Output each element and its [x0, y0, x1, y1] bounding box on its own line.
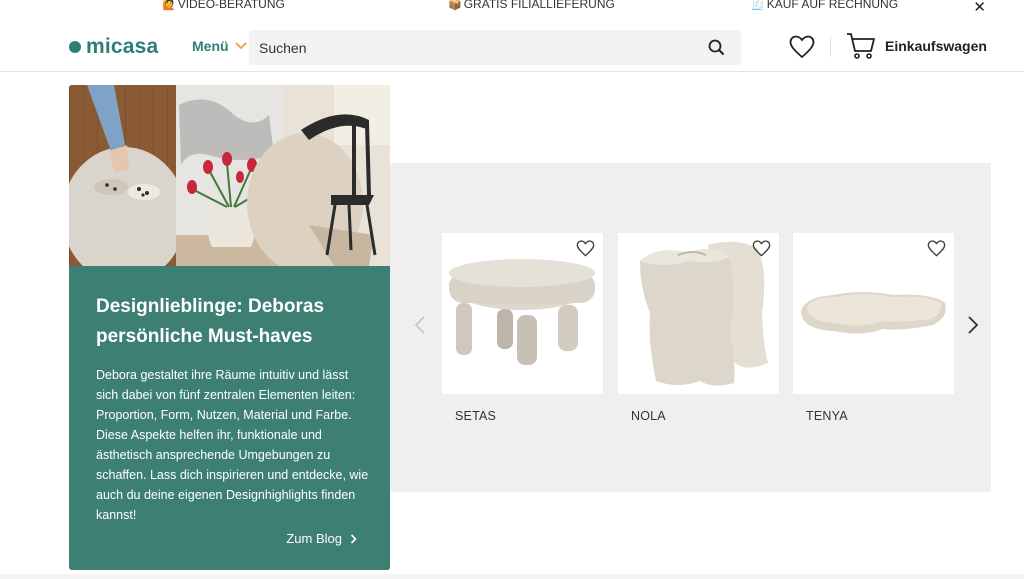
stool-image	[449, 259, 595, 365]
blog-teaser-title: Designlieblinge: Deboras persönliche Mus…	[96, 296, 325, 347]
interior-collage-image	[69, 85, 390, 266]
blog-teaser-card: Designlieblinge: Deboras persönliche Mus…	[69, 85, 390, 570]
logo-dot-icon	[69, 41, 81, 53]
promo-bar: 🙋 VIDEO-BERATUNG 📦 GRATIS FILIALLIEFERUN…	[0, 0, 1024, 16]
product-name[interactable]: TENYA	[806, 409, 954, 423]
search-input[interactable]	[259, 30, 699, 65]
product-image[interactable]	[618, 233, 779, 394]
product-card[interactable]: TENYA	[793, 233, 954, 423]
favorite-heart-icon[interactable]	[927, 240, 946, 257]
favorite-heart-icon[interactable]	[576, 240, 595, 257]
cart-button[interactable]: Einkaufswagen	[846, 32, 987, 60]
logo-text: micasa	[86, 35, 159, 58]
invoice-icon: 🧾	[751, 0, 765, 11]
promo-label: KAUF AUF RECHNUNG	[766, 0, 899, 11]
blog-teaser-image[interactable]	[69, 85, 390, 266]
micasa-logo[interactable]: micasa	[69, 35, 158, 59]
vase-image	[640, 241, 768, 386]
menu-button[interactable]: Menü	[192, 38, 247, 54]
promo-free-store-delivery[interactable]: 📦 GRATIS FILIALLIEFERUNG	[448, 0, 615, 11]
blog-teaser-text: Debora gestaltet ihre Räume intuitiv und…	[96, 368, 369, 522]
shopping-cart-icon	[847, 33, 875, 59]
site-header: micasa Menü Einkaufswagen	[0, 22, 1024, 72]
wishlist-heart-icon[interactable]	[789, 35, 815, 59]
promo-video-consulting[interactable]: 🙋 VIDEO-BERATUNG	[162, 0, 285, 11]
chevron-right-icon	[350, 533, 357, 544]
favorite-heart-icon[interactable]	[752, 240, 771, 257]
carousel-next-arrow-icon[interactable]	[967, 315, 979, 335]
zum-blog-link[interactable]: Zum Blog	[286, 531, 357, 546]
product-carousel: SETAS NOLA TENYA	[390, 163, 991, 492]
blog-teaser-body: Designlieblinge: Deboras persönliche Mus…	[69, 266, 390, 570]
promo-pay-on-invoice[interactable]: 🧾 KAUF AUF RECHNUNG	[751, 0, 898, 11]
header-divider	[830, 37, 831, 57]
page-bottom-divider	[0, 574, 1024, 579]
cart-label: Einkaufswagen	[885, 38, 987, 54]
search-bar	[249, 30, 741, 65]
product-name[interactable]: NOLA	[631, 409, 779, 423]
close-promo-button[interactable]: ✕	[973, 0, 986, 16]
menu-label: Menü	[192, 38, 229, 54]
carousel-prev-arrow-icon[interactable]	[414, 315, 426, 335]
zum-blog-label: Zum Blog	[286, 531, 342, 546]
product-card[interactable]: SETAS	[442, 233, 603, 423]
product-image[interactable]	[793, 233, 954, 394]
chevron-down-icon	[234, 42, 247, 50]
video-call-icon: 🙋	[162, 0, 176, 11]
product-image[interactable]	[442, 233, 603, 394]
product-name[interactable]: SETAS	[455, 409, 603, 423]
tray-image	[801, 292, 946, 334]
promo-label: GRATIS FILIALLIEFERUNG	[463, 0, 615, 11]
search-icon[interactable]	[708, 39, 725, 56]
product-card[interactable]: NOLA	[618, 233, 779, 423]
package-icon: 📦	[448, 0, 462, 11]
promo-label: VIDEO-BERATUNG	[177, 0, 285, 11]
